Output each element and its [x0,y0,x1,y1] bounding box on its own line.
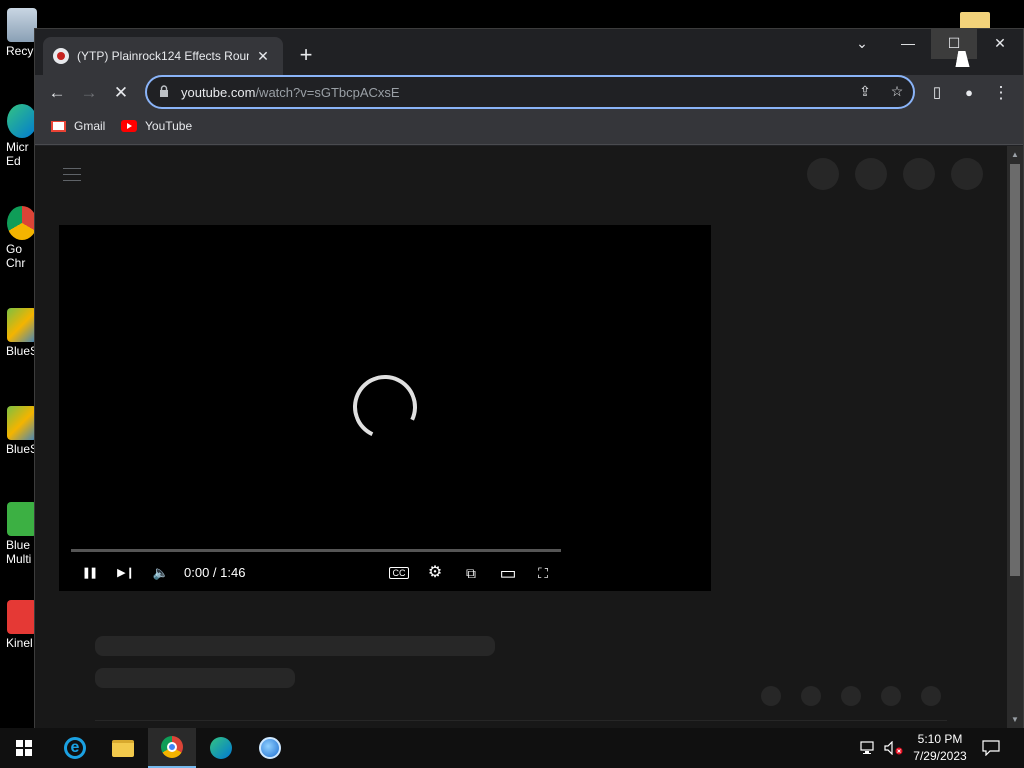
taskbar-internet-explorer[interactable]: e [51,728,99,768]
bookmarks-bar: Gmail YouTube [35,111,1023,145]
placeholder-circle [855,158,887,190]
placeholder-circle [841,686,861,706]
recording-favicon-icon [53,48,69,64]
folder-icon [112,739,134,757]
miniplayer-button[interactable]: ⧉ [461,563,481,583]
forward-button[interactable]: → [75,79,103,107]
toolbar: ← → ✕ youtube.com/watch?v=sGTbcpACxsE ⇪ … [35,75,1023,111]
side-panel-button[interactable]: ▯ [923,79,951,107]
guide-menu-icon[interactable] [63,168,81,181]
chrome-window: (YTP) Plainrock124 Effects Round ✕ + ⌄ —… [34,28,1024,728]
chrome-icon [161,736,183,758]
address-bar[interactable]: youtube.com/watch?v=sGTbcpACxsE ⇪ ☆ [145,75,915,109]
page-scrollbar[interactable]: ▲ ▼ [1007,146,1023,728]
network-icon[interactable] [860,728,880,768]
settings-button[interactable]: ⚙ [425,563,445,583]
loading-spinner-icon [343,365,427,449]
menu-button[interactable]: ⋮ [987,79,1015,107]
divider [95,720,947,721]
bluestacks-icon [7,406,37,440]
chrome-icon [7,206,37,240]
youtube-page: ❚❚ ▶❙ 🔈 0:00 / 1:46 CC ⚙ ⧉ ▭ ⛶ [35,146,1007,728]
taskbar: e 5:10 PM 7/29/2023 [0,728,1024,768]
gmail-icon [51,120,66,132]
fullscreen-button[interactable]: ⛶ [533,563,553,583]
progress-bar[interactable] [71,549,561,552]
title-placeholder [95,636,495,656]
back-button[interactable]: ← [43,79,71,107]
bluestacks-multi-icon [7,502,37,536]
video-player[interactable]: ❚❚ ▶❙ 🔈 0:00 / 1:46 CC ⚙ ⧉ ▭ ⛶ [59,225,711,591]
channel-placeholder [95,668,295,688]
clock-date: 7/29/2023 [913,749,967,763]
url-text[interactable]: youtube.com/watch?v=sGTbcpACxsE [181,85,400,100]
captions-button[interactable]: CC [389,567,409,579]
edge-icon [7,104,37,138]
pause-button[interactable]: ❚❚ [79,563,99,583]
clock-time: 5:10 PM [917,732,963,746]
start-button[interactable] [0,728,48,768]
edge-icon [210,737,232,759]
share-icon[interactable]: ⇪ [855,83,875,103]
minimize-button[interactable]: — [885,29,931,59]
notifications-icon[interactable] [982,728,1002,768]
placeholder-circle [921,686,941,706]
placeholder-circle [903,158,935,190]
scroll-down-arrow-icon[interactable]: ▼ [1010,715,1020,724]
placeholder-circle [951,158,983,190]
tab-title: (YTP) Plainrock124 Effects Round [77,49,249,63]
time-display: 0:00 / 1:46 [184,565,246,580]
placeholder-circle [801,686,821,706]
youtube-icon [121,120,137,132]
scroll-thumb[interactable] [1010,164,1020,576]
placeholder-circle [807,158,839,190]
app-icon [259,737,281,759]
placeholder-circle [881,686,901,706]
bookmark-label: YouTube [145,119,193,133]
mouse-cursor-icon [955,51,973,67]
taskbar-chrome[interactable] [148,728,196,768]
windows-logo-icon [16,740,32,756]
next-button[interactable]: ▶❙ [115,563,137,583]
kinemaster-icon [7,600,37,634]
tab-close-icon[interactable]: ✕ [255,48,271,65]
internet-explorer-icon: e [64,737,86,759]
taskbar-edge[interactable] [197,728,245,768]
bookmark-gmail[interactable]: Gmail [51,119,105,133]
lock-icon[interactable] [159,84,171,100]
scroll-up-arrow-icon[interactable]: ▲ [1010,150,1020,159]
bluestacks-icon [7,308,37,342]
recycle-bin-icon [7,8,37,42]
theater-mode-button[interactable]: ▭ [497,563,519,583]
taskbar-app[interactable] [246,728,294,768]
bookmark-youtube[interactable]: YouTube [121,119,192,133]
bookmark-label: Gmail [74,119,106,133]
placeholder-circle [761,686,781,706]
volume-button[interactable]: 🔈 [151,563,171,583]
url-host: youtube.com [181,84,256,100]
stop-loading-button[interactable]: ✕ [107,79,135,107]
tab-youtube[interactable]: (YTP) Plainrock124 Effects Round ✕ [43,37,283,75]
bookmark-star-icon[interactable]: ☆ [887,83,907,103]
url-path: /watch?v=sGTbcpACxsE [255,84,400,100]
close-window-button[interactable]: ✕ [977,29,1023,59]
profile-button[interactable]: ● [955,79,983,107]
tab-search-button[interactable]: ⌄ [839,29,885,59]
new-tab-button[interactable]: + [293,43,319,69]
taskbar-file-explorer[interactable] [99,728,147,768]
system-clock[interactable]: 5:10 PM 7/29/2023 [900,731,980,765]
tab-strip: (YTP) Plainrock124 Effects Round ✕ + ⌄ —… [35,29,1023,75]
